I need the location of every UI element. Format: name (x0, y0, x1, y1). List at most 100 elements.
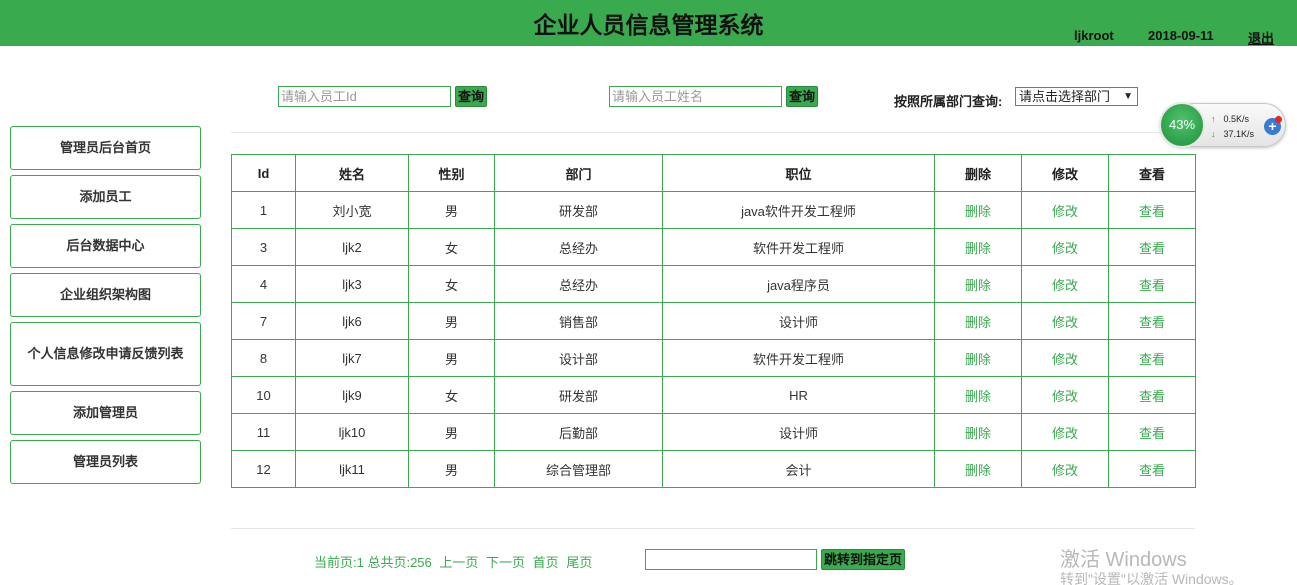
cell-gender: 男 (408, 191, 495, 229)
sidebar-item-admin-home[interactable]: 管理员后台首页 (10, 126, 201, 170)
cell-position: 设计师 (662, 302, 935, 340)
view-link[interactable]: 查看 (1108, 339, 1196, 377)
activation-watermark-title: 激活 Windows (1060, 549, 1187, 571)
view-link[interactable]: 查看 (1108, 191, 1196, 229)
cell-position: HR (662, 376, 935, 414)
edit-link[interactable]: 修改 (1021, 413, 1109, 451)
sidebar-item-data-center[interactable]: 后台数据中心 (10, 224, 201, 268)
sidebar-item-add-admin[interactable]: 添加管理员 (10, 391, 201, 435)
delete-link[interactable]: 删除 (934, 302, 1022, 340)
first-page-link[interactable]: 首页 (533, 555, 559, 570)
cell-department: 研发部 (494, 376, 663, 414)
column-header-edit: 修改 (1021, 154, 1109, 192)
notification-dot-icon (1275, 116, 1282, 123)
cell-id: 4 (231, 265, 296, 303)
employee-name-input[interactable] (609, 86, 782, 107)
view-link[interactable]: 查看 (1108, 228, 1196, 266)
cell-id: 7 (231, 302, 296, 340)
view-link[interactable]: 查看 (1108, 376, 1196, 414)
sidebar-item-add-employee[interactable]: 添加员工 (10, 175, 201, 219)
cell-id: 8 (231, 339, 296, 377)
table-body: 1 刘小宽男研发部 java软件开发工程师 删除 修改 查看 3 ljk2 女总经办 软件开发工程… (231, 191, 1196, 488)
delete-link[interactable]: 删除 (934, 228, 1022, 266)
cell-id: 3 (231, 228, 296, 266)
cell-gender: 女 (408, 376, 495, 414)
cell-name: ljk6 (295, 302, 409, 340)
cell-name: ljk11 (295, 450, 409, 488)
view-link[interactable]: 查看 (1108, 413, 1196, 451)
employee-id-input[interactable] (278, 86, 451, 107)
edit-link[interactable]: 修改 (1021, 228, 1109, 266)
top-divider (231, 132, 1195, 133)
username-label: ljkroot (1074, 28, 1114, 43)
column-header-department: 部门 (494, 154, 663, 192)
upload-arrow-icon: ↑ (1211, 114, 1216, 124)
app-root: 企业人员信息管理系统 ljkroot 2018-09-11 退出 管理员后台首页… (0, 0, 1297, 585)
edit-link[interactable]: 修改 (1021, 191, 1109, 229)
page-status: 当前页:1 总共页:256 (314, 555, 432, 570)
cell-position: 软件开发工程师 (662, 228, 935, 266)
cell-department: 销售部 (494, 302, 663, 340)
search-by-name-button[interactable]: 查询 (786, 86, 819, 107)
upload-speed: ↑ 0.5K/s (1211, 114, 1249, 124)
page-number-input[interactable] (645, 549, 817, 570)
download-speed: ↓ 37.1K/s (1211, 129, 1254, 139)
activation-watermark-hint: 转到"设置"以激活 Windows。 (1060, 571, 1243, 585)
edit-link[interactable]: 修改 (1021, 265, 1109, 303)
column-header-gender: 性别 (408, 154, 495, 192)
table-row: 10 ljk9 女研发部 HR 删除 修改 查看 (231, 376, 1196, 414)
edit-link[interactable]: 修改 (1021, 450, 1109, 488)
department-select[interactable]: 请点击选择部门 ▼ (1015, 87, 1138, 106)
table-row: 12 ljk11 男综合管理部 会计 删除 修改 查看 (231, 450, 1196, 488)
cell-position: java程序员 (662, 265, 935, 303)
view-link[interactable]: 查看 (1108, 302, 1196, 340)
cell-position: 会计 (662, 450, 935, 488)
delete-link[interactable]: 删除 (934, 191, 1022, 229)
edit-link[interactable]: 修改 (1021, 302, 1109, 340)
cell-department: 总经办 (494, 265, 663, 303)
view-link[interactable]: 查看 (1108, 450, 1196, 488)
sidebar-item-change-requests[interactable]: 个人信息修改申请反馈列表 (10, 322, 201, 386)
delete-link[interactable]: 删除 (934, 265, 1022, 303)
delete-link[interactable]: 删除 (934, 339, 1022, 377)
date-label: 2018-09-11 (1148, 28, 1214, 43)
department-filter-label: 按照所属部门查询: (894, 94, 1003, 109)
cell-gender: 男 (408, 302, 495, 340)
download-speed-value: 37.1K/s (1223, 129, 1255, 139)
cell-gender: 女 (408, 265, 495, 303)
table-row: 1 刘小宽男研发部 java软件开发工程师 删除 修改 查看 (231, 191, 1196, 229)
column-header-delete: 删除 (934, 154, 1022, 192)
edit-link[interactable]: 修改 (1021, 376, 1109, 414)
delete-link[interactable]: 删除 (934, 376, 1022, 414)
edit-link[interactable]: 修改 (1021, 339, 1109, 377)
cell-name: ljk9 (295, 376, 409, 414)
column-header-id: Id (231, 154, 296, 192)
cell-gender: 男 (408, 413, 495, 451)
network-speed-widget[interactable]: 43% ↑ 0.5K/s ↓ 37.1K/s + (1159, 102, 1286, 148)
cell-department: 研发部 (494, 191, 663, 229)
cell-position: 软件开发工程师 (662, 339, 935, 377)
search-by-id-button[interactable]: 查询 (455, 86, 488, 107)
cell-gender: 男 (408, 339, 495, 377)
cell-name: ljk7 (295, 339, 409, 377)
table-row: 3 ljk2 女总经办 软件开发工程师 删除 修改 查看 (231, 228, 1196, 266)
usage-percent-badge: 43% (1159, 102, 1205, 148)
department-select-value: 请点击选择部门 (1019, 89, 1111, 104)
table-header-row: Id 姓名 性别 部门 职位 删除 修改 查看 (231, 154, 1196, 192)
delete-link[interactable]: 删除 (934, 450, 1022, 488)
cell-department: 综合管理部 (494, 450, 663, 488)
download-arrow-icon: ↓ (1211, 129, 1216, 139)
prev-page-link[interactable]: 上一页 (439, 555, 478, 570)
logout-link[interactable]: 退出 (1248, 28, 1274, 47)
delete-link[interactable]: 删除 (934, 413, 1022, 451)
last-page-link[interactable]: 尾页 (566, 555, 592, 570)
cell-name: 刘小宽 (295, 191, 409, 229)
sidebar-item-org-chart[interactable]: 企业组织架构图 (10, 273, 201, 317)
cell-gender: 女 (408, 228, 495, 266)
next-page-link[interactable]: 下一页 (486, 555, 525, 570)
jump-to-page-button[interactable]: 跳转到指定页 (821, 549, 906, 570)
view-link[interactable]: 查看 (1108, 265, 1196, 303)
sidebar-item-admin-list[interactable]: 管理员列表 (10, 440, 201, 484)
upload-speed-value: 0.5K/s (1223, 114, 1250, 124)
employee-table: Id 姓名 性别 部门 职位 删除 修改 查看 1 刘小宽男研发部 java软件开发… (231, 154, 1196, 488)
